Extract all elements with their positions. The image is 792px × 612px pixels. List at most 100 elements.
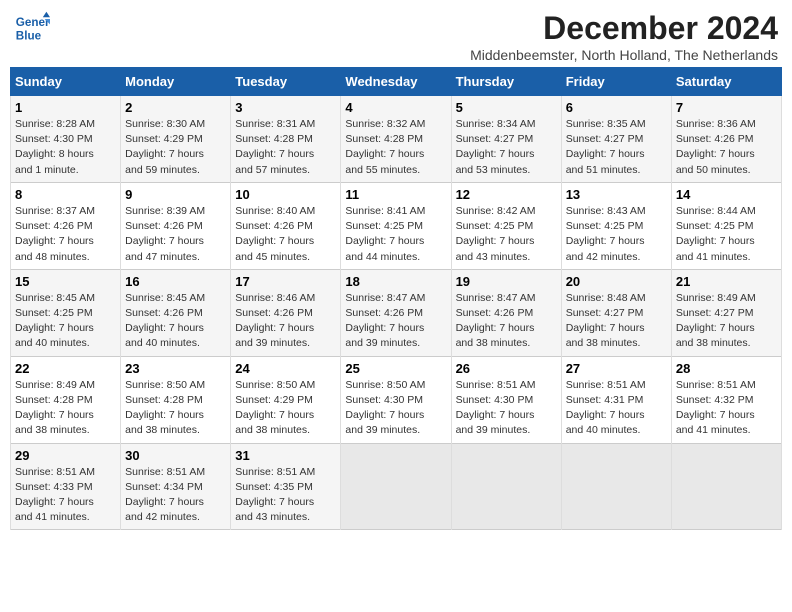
calendar-table: SundayMondayTuesdayWednesdayThursdayFrid… <box>10 67 782 530</box>
day-info: Sunrise: 8:51 AM Sunset: 4:32 PM Dayligh… <box>676 378 777 439</box>
day-number: 29 <box>15 448 116 463</box>
header-row: SundayMondayTuesdayWednesdayThursdayFrid… <box>11 68 782 96</box>
calendar-cell: 22 Sunrise: 8:49 AM Sunset: 4:28 PM Dayli… <box>11 356 121 443</box>
day-number: 12 <box>456 187 557 202</box>
calendar-cell: 19Sunrise: 8:47 AM Sunset: 4:26 PM Dayli… <box>451 269 561 356</box>
day-info: Sunrise: 8:30 AM Sunset: 4:29 PM Dayligh… <box>125 117 226 178</box>
day-info: Sunrise: 8:51 AM Sunset: 4:35 PM Dayligh… <box>235 465 336 526</box>
location-subtitle: Middenbeemster, North Holland, The Nethe… <box>470 47 778 63</box>
day-info: Sunrise: 8:51 AM Sunset: 4:33 PM Dayligh… <box>15 465 116 526</box>
day-info: Sunrise: 8:51 AM Sunset: 4:31 PM Dayligh… <box>566 378 667 439</box>
calendar-cell: 27 Sunrise: 8:51 AM Sunset: 4:31 PM Dayli… <box>561 356 671 443</box>
day-number: 2 <box>125 100 226 115</box>
day-number: 14 <box>676 187 777 202</box>
day-info: Sunrise: 8:39 AM Sunset: 4:26 PM Dayligh… <box>125 204 226 265</box>
calendar-cell: 24 Sunrise: 8:50 AM Sunset: 4:29 PM Dayli… <box>231 356 341 443</box>
day-number: 24 <box>235 361 336 376</box>
day-info: Sunrise: 8:51 AM Sunset: 4:30 PM Dayligh… <box>456 378 557 439</box>
day-info: Sunrise: 8:36 AM Sunset: 4:26 PM Dayligh… <box>676 117 777 178</box>
calendar-cell <box>671 443 781 530</box>
calendar-cell: 23 Sunrise: 8:50 AM Sunset: 4:28 PM Dayli… <box>121 356 231 443</box>
day-number: 3 <box>235 100 336 115</box>
calendar-week-2: 8 Sunrise: 8:37 AM Sunset: 4:26 PM Daylig… <box>11 182 782 269</box>
day-info: Sunrise: 8:49 AM Sunset: 4:28 PM Dayligh… <box>15 378 116 439</box>
day-info: Sunrise: 8:41 AM Sunset: 4:25 PM Dayligh… <box>345 204 446 265</box>
day-number: 7 <box>676 100 777 115</box>
day-number: 8 <box>15 187 116 202</box>
day-number: 19 <box>456 274 557 289</box>
day-number: 9 <box>125 187 226 202</box>
day-info: Sunrise: 8:48 AM Sunset: 4:27 PM Dayligh… <box>566 291 667 352</box>
day-number: 13 <box>566 187 667 202</box>
day-number: 22 <box>15 361 116 376</box>
calendar-cell: 4 Sunrise: 8:32 AM Sunset: 4:28 PM Daylig… <box>341 96 451 183</box>
day-info: Sunrise: 8:47 AM Sunset: 4:26 PM Dayligh… <box>345 291 446 352</box>
day-number: 17 <box>235 274 336 289</box>
calendar-cell: 26 Sunrise: 8:51 AM Sunset: 4:30 PM Dayli… <box>451 356 561 443</box>
day-number: 27 <box>566 361 667 376</box>
day-info: Sunrise: 8:31 AM Sunset: 4:28 PM Dayligh… <box>235 117 336 178</box>
day-info: Sunrise: 8:49 AM Sunset: 4:27 PM Dayligh… <box>676 291 777 352</box>
day-info: Sunrise: 8:40 AM Sunset: 4:26 PM Dayligh… <box>235 204 336 265</box>
calendar-cell: 8 Sunrise: 8:37 AM Sunset: 4:26 PM Daylig… <box>11 182 121 269</box>
calendar-week-5: 29 Sunrise: 8:51 AM Sunset: 4:33 PM Dayli… <box>11 443 782 530</box>
calendar-cell: 17Sunrise: 8:46 AM Sunset: 4:26 PM Dayli… <box>231 269 341 356</box>
calendar-cell: 28 Sunrise: 8:51 AM Sunset: 4:32 PM Dayli… <box>671 356 781 443</box>
svg-text:Blue: Blue <box>16 30 42 43</box>
page-header: General Blue December 2024 Middenbeemste… <box>10 10 782 63</box>
day-number: 26 <box>456 361 557 376</box>
day-number: 31 <box>235 448 336 463</box>
day-number: 20 <box>566 274 667 289</box>
calendar-cell <box>451 443 561 530</box>
calendar-cell: 6Sunrise: 8:35 AM Sunset: 4:27 PM Daylig… <box>561 96 671 183</box>
calendar-week-3: 15Sunrise: 8:45 AM Sunset: 4:25 PM Dayli… <box>11 269 782 356</box>
calendar-cell: 3 Sunrise: 8:31 AM Sunset: 4:28 PM Daylig… <box>231 96 341 183</box>
day-info: Sunrise: 8:43 AM Sunset: 4:25 PM Dayligh… <box>566 204 667 265</box>
day-number: 15 <box>15 274 116 289</box>
day-info: Sunrise: 8:50 AM Sunset: 4:28 PM Dayligh… <box>125 378 226 439</box>
col-header-wednesday: Wednesday <box>341 68 451 96</box>
day-number: 6 <box>566 100 667 115</box>
calendar-cell: 11 Sunrise: 8:41 AM Sunset: 4:25 PM Dayli… <box>341 182 451 269</box>
col-header-monday: Monday <box>121 68 231 96</box>
calendar-cell: 21Sunrise: 8:49 AM Sunset: 4:27 PM Dayli… <box>671 269 781 356</box>
day-info: Sunrise: 8:51 AM Sunset: 4:34 PM Dayligh… <box>125 465 226 526</box>
day-number: 16 <box>125 274 226 289</box>
day-info: Sunrise: 8:32 AM Sunset: 4:28 PM Dayligh… <box>345 117 446 178</box>
calendar-cell: 18Sunrise: 8:47 AM Sunset: 4:26 PM Dayli… <box>341 269 451 356</box>
month-title: December 2024 <box>470 10 778 47</box>
svg-text:General: General <box>16 16 50 29</box>
calendar-cell: 25Sunrise: 8:50 AM Sunset: 4:30 PM Dayli… <box>341 356 451 443</box>
day-number: 1 <box>15 100 116 115</box>
col-header-tuesday: Tuesday <box>231 68 341 96</box>
calendar-cell: 29 Sunrise: 8:51 AM Sunset: 4:33 PM Dayli… <box>11 443 121 530</box>
calendar-cell: 9 Sunrise: 8:39 AM Sunset: 4:26 PM Daylig… <box>121 182 231 269</box>
calendar-cell: 5 Sunrise: 8:34 AM Sunset: 4:27 PM Daylig… <box>451 96 561 183</box>
calendar-cell: 30Sunrise: 8:51 AM Sunset: 4:34 PM Dayli… <box>121 443 231 530</box>
day-info: Sunrise: 8:34 AM Sunset: 4:27 PM Dayligh… <box>456 117 557 178</box>
col-header-sunday: Sunday <box>11 68 121 96</box>
calendar-week-4: 22 Sunrise: 8:49 AM Sunset: 4:28 PM Dayli… <box>11 356 782 443</box>
logo: General Blue <box>14 10 54 46</box>
calendar-cell: 2 Sunrise: 8:30 AM Sunset: 4:29 PM Daylig… <box>121 96 231 183</box>
day-number: 5 <box>456 100 557 115</box>
day-number: 28 <box>676 361 777 376</box>
col-header-thursday: Thursday <box>451 68 561 96</box>
calendar-cell: 20 Sunrise: 8:48 AM Sunset: 4:27 PM Dayli… <box>561 269 671 356</box>
calendar-cell: 7 Sunrise: 8:36 AM Sunset: 4:26 PM Daylig… <box>671 96 781 183</box>
day-info: Sunrise: 8:44 AM Sunset: 4:25 PM Dayligh… <box>676 204 777 265</box>
day-info: Sunrise: 8:37 AM Sunset: 4:26 PM Dayligh… <box>15 204 116 265</box>
day-info: Sunrise: 8:28 AM Sunset: 4:30 PM Dayligh… <box>15 117 116 178</box>
calendar-cell: 15Sunrise: 8:45 AM Sunset: 4:25 PM Dayli… <box>11 269 121 356</box>
calendar-cell <box>561 443 671 530</box>
calendar-cell: 16 Sunrise: 8:45 AM Sunset: 4:26 PM Dayli… <box>121 269 231 356</box>
day-number: 10 <box>235 187 336 202</box>
day-info: Sunrise: 8:50 AM Sunset: 4:29 PM Dayligh… <box>235 378 336 439</box>
day-number: 23 <box>125 361 226 376</box>
calendar-cell: 12Sunrise: 8:42 AM Sunset: 4:25 PM Dayli… <box>451 182 561 269</box>
day-number: 4 <box>345 100 446 115</box>
day-info: Sunrise: 8:45 AM Sunset: 4:26 PM Dayligh… <box>125 291 226 352</box>
col-header-saturday: Saturday <box>671 68 781 96</box>
col-header-friday: Friday <box>561 68 671 96</box>
day-number: 11 <box>345 187 446 202</box>
